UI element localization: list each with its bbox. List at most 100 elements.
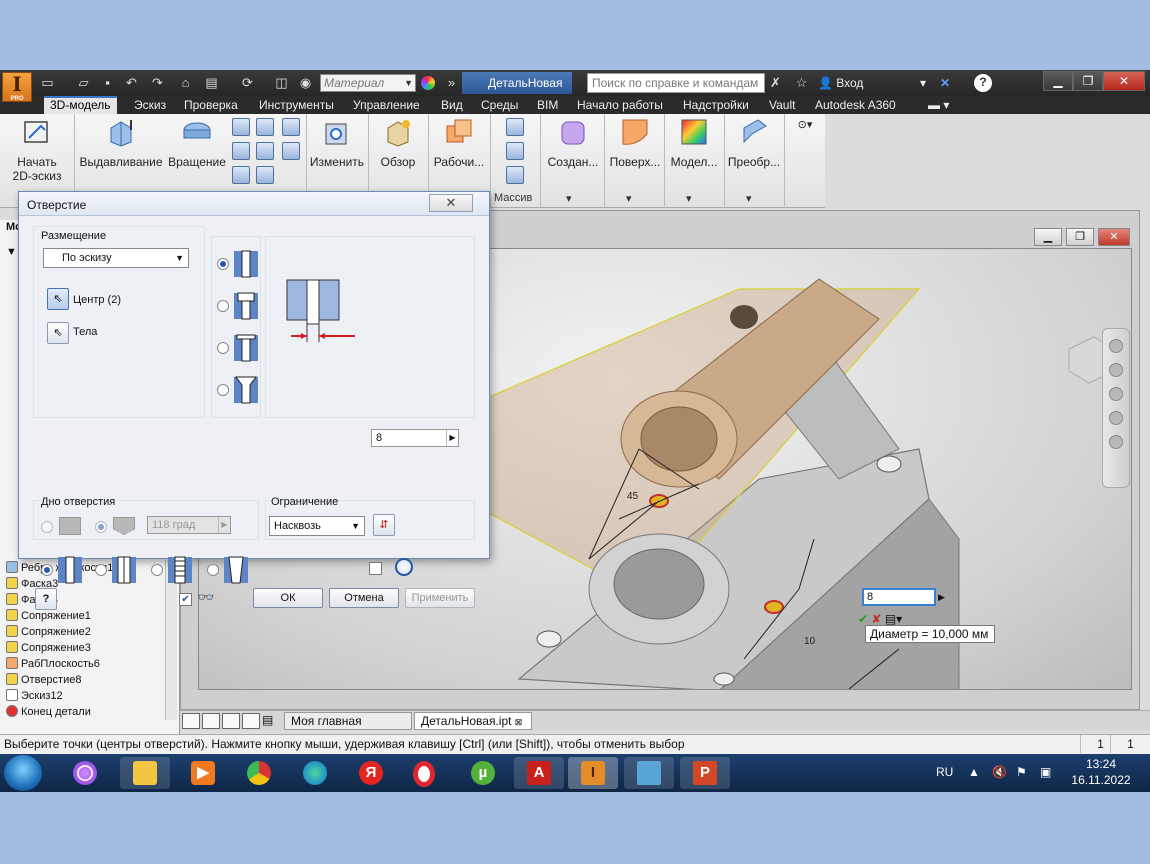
accept-icon[interactable]: ✔ bbox=[858, 612, 868, 626]
restore-button[interactable]: ❐ bbox=[1073, 71, 1103, 91]
volume-icon[interactable]: 🔇 bbox=[992, 764, 1007, 780]
revolve-button[interactable]: Вращение bbox=[166, 116, 228, 169]
start-2d-sketch-button[interactable]: Начать 2D-эскиз bbox=[6, 116, 68, 183]
vertical-layout-icon[interactable] bbox=[242, 713, 260, 729]
tab-tools[interactable]: Инструменты bbox=[253, 96, 340, 114]
help-button[interactable]: ? bbox=[35, 588, 57, 610]
chrome-icon[interactable] bbox=[234, 757, 284, 789]
tree-item[interactable]: Сопряжение2 bbox=[6, 624, 91, 640]
grid-layout-icon[interactable] bbox=[202, 713, 220, 729]
spin-arrow-icon[interactable]: ▶ bbox=[446, 430, 458, 446]
hole-type-spotface-radio[interactable] bbox=[217, 342, 229, 354]
binoculars-icon[interactable]: ✗ bbox=[768, 75, 783, 90]
appearance-ball-icon[interactable] bbox=[421, 76, 435, 90]
rib-icon[interactable] bbox=[256, 166, 274, 184]
surface-button[interactable]: Поверх... bbox=[604, 116, 666, 169]
alice-assistant-icon[interactable]: ◯ bbox=[60, 757, 110, 789]
document-title-tab[interactable]: ДетальНовая bbox=[462, 72, 572, 94]
undo-icon[interactable]: ↶ bbox=[124, 75, 139, 90]
hole-feature-icon[interactable] bbox=[282, 118, 300, 136]
panel-arrow-icon[interactable]: ▾ bbox=[746, 192, 752, 206]
orbit-icon[interactable] bbox=[1109, 411, 1123, 425]
photo-viewer-icon[interactable] bbox=[624, 757, 674, 789]
tree-item[interactable]: Сопряжение1 bbox=[6, 608, 91, 624]
tab-close-icon[interactable]: ⊠ bbox=[515, 717, 523, 727]
panel-arrow-icon[interactable]: ▾ bbox=[626, 192, 632, 206]
appearance-icon[interactable]: ◉ bbox=[298, 75, 313, 90]
minimize-button[interactable]: ▁ bbox=[1043, 71, 1073, 91]
panel-arrow-icon[interactable]: ▾ bbox=[566, 192, 572, 206]
start-button[interactable] bbox=[4, 755, 42, 791]
loft-icon[interactable] bbox=[256, 118, 274, 136]
modify-button[interactable]: Изменить bbox=[308, 116, 366, 169]
thread-taper-radio[interactable] bbox=[207, 564, 219, 576]
viewport-minimize-button[interactable]: ▁ bbox=[1034, 228, 1062, 246]
tab-home[interactable]: Моя главная стран... bbox=[284, 712, 412, 745]
mirror-icon[interactable] bbox=[506, 166, 524, 184]
zoom-icon[interactable] bbox=[1109, 387, 1123, 401]
expand-icon[interactable]: » bbox=[444, 75, 459, 90]
action-center-icon[interactable]: ⚑ bbox=[1016, 764, 1027, 780]
thread-tapped-radio[interactable] bbox=[151, 564, 163, 576]
rectangular-pattern-icon[interactable] bbox=[506, 118, 524, 136]
tab-get-started[interactable]: Начало работы bbox=[571, 96, 669, 114]
viewport-close-button[interactable]: ✕ bbox=[1098, 228, 1130, 246]
hole-type-simple-radio[interactable] bbox=[217, 258, 229, 270]
project-icon[interactable]: ▤ bbox=[204, 75, 219, 90]
exchange-icon[interactable]: ✕ bbox=[940, 75, 950, 91]
pan-icon[interactable] bbox=[1109, 363, 1123, 377]
convert-button[interactable]: Преобр... bbox=[724, 116, 784, 169]
tab-sketch[interactable]: Эскиз bbox=[128, 96, 172, 114]
edge-icon[interactable] bbox=[290, 757, 340, 789]
tree-item[interactable]: Отверстие8 bbox=[6, 672, 81, 688]
material-dropdown[interactable]: Материал ▼ bbox=[320, 74, 416, 92]
inventor-logo-button[interactable]: I PRO bbox=[2, 72, 32, 102]
inventor-taskbar-icon[interactable]: I bbox=[568, 757, 618, 789]
measure-icon[interactable]: ◫ bbox=[274, 75, 289, 90]
update-icon[interactable]: ⟳ bbox=[240, 75, 255, 90]
work-features-button[interactable]: Рабочи... bbox=[430, 116, 488, 169]
home-icon[interactable]: ⌂ bbox=[178, 75, 193, 90]
hole-type-countersink-radio[interactable] bbox=[217, 384, 229, 396]
look-at-icon[interactable] bbox=[1109, 435, 1123, 449]
browser-scrollbar[interactable] bbox=[165, 560, 177, 720]
ok-button[interactable]: ОК bbox=[253, 588, 323, 608]
canvas-diameter-input[interactable]: 8 bbox=[862, 588, 936, 606]
import-icon[interactable] bbox=[282, 142, 300, 160]
extrude-button[interactable]: Выдавливание bbox=[78, 116, 164, 169]
tab-inspect[interactable]: Проверка bbox=[178, 96, 244, 114]
flip-direction-button[interactable]: ⇵ bbox=[373, 514, 395, 536]
thread-simple-radio[interactable] bbox=[41, 564, 53, 576]
open-folder-icon[interactable]: ▱ bbox=[76, 75, 91, 90]
solids-select-button[interactable]: ⇖ bbox=[47, 322, 69, 344]
tab-part[interactable]: ДетальНовая.ipt ⊠ bbox=[414, 712, 532, 730]
infer-imates-checkbox[interactable] bbox=[369, 562, 382, 575]
apply-button[interactable]: Применить bbox=[405, 588, 475, 608]
tab-bim[interactable]: BIM bbox=[531, 96, 564, 114]
hole-type-counterbore-radio[interactable] bbox=[217, 300, 229, 312]
steering-wheel-icon[interactable] bbox=[1109, 339, 1123, 353]
tab-addins[interactable]: Надстройки bbox=[677, 96, 755, 114]
placement-dropdown[interactable]: По эскизу ▼ bbox=[43, 248, 189, 268]
tree-item[interactable]: Конец детали bbox=[6, 704, 91, 720]
tab-a360[interactable]: Autodesk A360 bbox=[809, 96, 902, 114]
star-icon[interactable]: ☆ bbox=[794, 75, 809, 90]
bottom-flat-radio[interactable] bbox=[41, 521, 53, 533]
preview-checkbox[interactable]: ✔ bbox=[179, 593, 192, 606]
canvas-input-arrow-icon[interactable]: ▶ bbox=[938, 589, 948, 605]
angle-input[interactable]: 118 град ▶ bbox=[147, 516, 231, 534]
coil-icon[interactable] bbox=[232, 166, 250, 184]
tab-manage[interactable]: Управление bbox=[347, 96, 426, 114]
panel-arrow-icon[interactable]: ▾ bbox=[686, 192, 692, 206]
cancel-icon[interactable]: ✘ bbox=[871, 612, 881, 626]
viewport-restore-button[interactable]: ❐ bbox=[1066, 228, 1094, 246]
circular-pattern-icon[interactable] bbox=[506, 142, 524, 160]
horizontal-layout-icon[interactable] bbox=[222, 713, 240, 729]
explore-button[interactable]: Обзор bbox=[372, 116, 424, 169]
ribbon-options-icon[interactable]: ▬ ▾ bbox=[922, 96, 955, 114]
canvas-input-actions[interactable]: ✔ ✘ ▤▾ bbox=[858, 612, 958, 626]
opera-icon[interactable] bbox=[400, 757, 450, 789]
center-select-button[interactable]: ⇖ bbox=[47, 288, 69, 310]
sign-in-button[interactable]: 👤 Вход bbox=[818, 75, 863, 91]
fillet-icon[interactable] bbox=[256, 142, 274, 160]
